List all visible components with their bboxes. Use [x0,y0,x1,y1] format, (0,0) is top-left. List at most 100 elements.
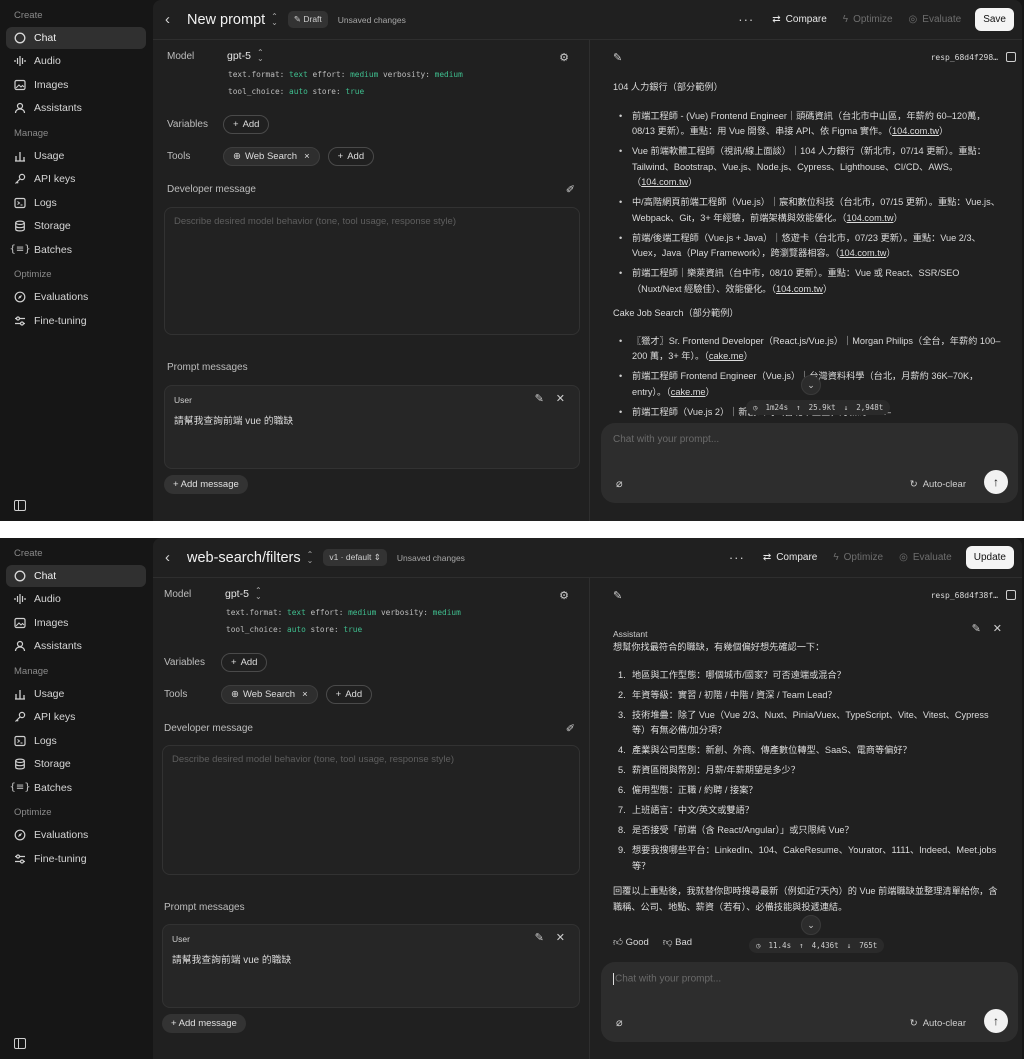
sidebar-item-label: API keys [34,173,76,185]
user-message-card[interactable]: User ✎ ✕ 請幫我查詢前端 vue 的職缺 [162,924,580,1008]
settings-sliders-icon[interactable]: ⚙ [559,589,569,602]
selector-chevron-icon[interactable]: ⌃ ⌄ [271,12,278,26]
add-message-button[interactable]: + Add message [164,475,248,494]
sidebar-item-images[interactable]: Images [6,74,146,96]
add-tool-button[interactable]: + Add [327,147,375,166]
sidebar-item-logs[interactable]: Logs [6,730,146,752]
sidebar-item-images[interactable]: Images [6,612,146,634]
edit-icon[interactable]: ✎ [613,51,622,64]
optimize-button[interactable]: ϟ Optimize [837,10,899,29]
user-message-card[interactable]: User ✎ ✕ 請幫我查詢前端 vue 的職缺 [164,385,580,469]
paperclip-icon[interactable]: ⌀ [616,477,623,490]
sidebar-item-chat[interactable]: Chat [6,26,146,49]
scroll-down-icon[interactable]: ⌄ [801,915,821,935]
add-message-button[interactable]: + Add message [162,1014,246,1033]
more-options-icon[interactable]: ··· [721,550,753,565]
remove-tool-icon[interactable]: × [304,151,310,162]
web-search-tool-chip[interactable]: ⊕ Web Search × [223,147,320,166]
sidebar-item-fine-tuning[interactable]: Fine-tuning [6,848,146,870]
close-icon[interactable]: ✕ [556,392,565,405]
scroll-down-icon[interactable]: ⌄ [801,375,821,395]
update-button[interactable]: Update [965,546,1014,569]
config-key: verbosity: [382,70,430,79]
model-selector[interactable]: gpt-5 [227,50,251,62]
user-message-text[interactable]: 請幫我查詢前端 vue 的職缺 [174,413,293,427]
sidebar-item-assistants[interactable]: Assistants [6,97,146,119]
sidebar-item-assistants[interactable]: Assistants [6,635,146,657]
edit-pencil-icon[interactable]: ✎ [972,622,981,635]
chat-input[interactable]: Chat with your prompt... [613,434,719,445]
edit-pencil-icon[interactable]: ✎ [535,392,544,405]
back-chevron-icon[interactable]: ‹ [165,11,179,28]
source-link[interactable]: 104.com.tw [776,284,823,294]
remove-tool-icon[interactable]: × [302,689,308,700]
optimize-button[interactable]: ϟ Optimize [827,548,889,567]
model-chevron-icon[interactable]: ⌃ ⌄ [255,587,262,601]
good-button[interactable]: 👍︎ Good [613,936,649,948]
evaluate-button[interactable]: ◎ Evaluate [893,548,958,567]
sidebar-item-storage[interactable]: Storage [6,215,146,237]
settings-sliders-icon[interactable]: ⚙ [559,51,569,64]
send-button[interactable]: ↑ [984,470,1008,494]
copy-icon[interactable] [1006,52,1016,62]
image-icon [14,617,26,629]
sidebar-item-logs[interactable]: Logs [6,192,146,214]
sidebar-item-batches[interactable]: {≡} Batches [6,777,146,799]
sidebar-item-evaluations[interactable]: Evaluations [6,824,146,846]
compare-button[interactable]: ⇄ Compare [757,548,824,567]
send-button[interactable]: ↑ [984,1009,1008,1033]
sidebar-item-audio[interactable]: Audio [6,50,146,72]
source-link[interactable]: cake.me [671,387,706,397]
sidebar-toggle-icon[interactable] [14,500,26,511]
add-tool-button[interactable]: + Add [325,685,373,704]
sidebar-item-chat[interactable]: Chat [6,564,146,587]
sidebar-item-evaluations[interactable]: Evaluations [6,286,146,308]
close-icon[interactable]: ✕ [556,931,565,944]
magic-wand-icon[interactable]: ✐ [566,183,575,196]
sidebar-item-api-keys[interactable]: API keys [6,706,146,728]
source-link[interactable]: 104.com.tw [847,213,894,223]
evaluate-button[interactable]: ◎ Evaluate [903,10,968,29]
model-selector[interactable]: gpt-5 [225,588,249,600]
model-chevron-icon[interactable]: ⌃ ⌄ [257,49,264,63]
source-link[interactable]: 104.com.tw [839,248,886,258]
paperclip-icon[interactable]: ⌀ [616,1016,623,1029]
sidebar-item-api-keys[interactable]: API keys [6,168,146,190]
sidebar-item-storage[interactable]: Storage [6,753,146,775]
selector-chevron-icon[interactable]: ⌃ ⌄ [307,550,314,564]
edit-pencil-icon[interactable]: ✎ [535,931,544,944]
bad-button[interactable]: 👎︎ Bad [663,936,692,948]
auto-clear-button[interactable]: ↻ Auto-clear [910,1018,966,1029]
sidebar-item-usage[interactable]: Usage [6,683,146,705]
add-variable-button[interactable]: + Add [223,115,270,134]
magic-wand-icon[interactable]: ✐ [566,722,575,735]
add-label: Add [242,119,260,130]
sidebar-item-usage[interactable]: Usage [6,145,146,167]
web-search-tool-chip[interactable]: ⊕ Web Search × [221,685,318,704]
auto-clear-button[interactable]: ↻ Auto-clear [910,479,966,490]
page-title[interactable]: web-search/filters [187,550,301,566]
developer-message-input[interactable]: Describe desired model behavior (tone, t… [162,745,580,875]
version-badge[interactable]: v1 · default ⇕ [323,549,387,566]
copy-icon[interactable] [1006,590,1016,600]
sidebar-item-audio[interactable]: Audio [6,588,146,610]
close-icon[interactable]: ✕ [993,622,1002,635]
chat-input[interactable]: Chat with your prompt... [613,973,721,985]
sidebar-item-batches[interactable]: {≡} Batches [6,239,146,261]
back-chevron-icon[interactable]: ‹ [165,549,179,566]
sidebar-toggle-icon[interactable] [14,1038,26,1049]
source-link[interactable]: 104.com.tw [641,177,688,187]
chat-composer[interactable]: Chat with your prompt... ⌀ ↻ Auto-clear ↑ [601,962,1018,1042]
developer-message-input[interactable]: Describe desired model behavior (tone, t… [164,207,580,335]
sidebar-item-fine-tuning[interactable]: Fine-tuning [6,310,146,332]
save-button[interactable]: Save [975,8,1014,31]
add-variable-button[interactable]: + Add [221,653,268,672]
edit-icon[interactable]: ✎ [613,589,622,602]
compare-button[interactable]: ⇄ Compare [766,10,833,29]
user-message-text[interactable]: 請幫我查詢前端 vue 的職缺 [172,952,291,966]
source-link[interactable]: cake.me [709,351,744,361]
source-link[interactable]: 104.com.tw [892,126,939,136]
more-options-icon[interactable]: ··· [730,12,762,27]
chat-composer[interactable]: Chat with your prompt... ⌀ ↻ Auto-clear ↑ [601,423,1018,503]
page-title[interactable]: New prompt [187,12,265,28]
